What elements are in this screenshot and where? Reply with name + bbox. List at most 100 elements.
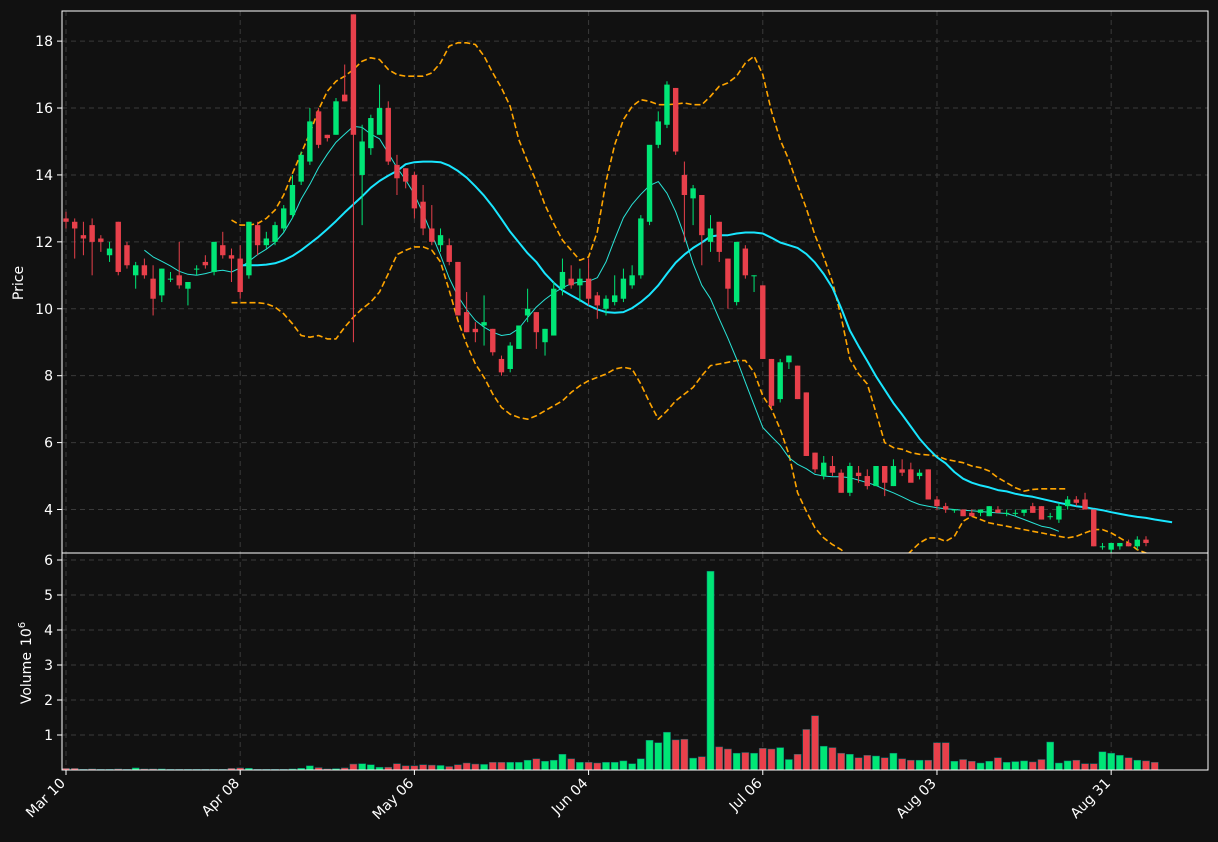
volume-bar bbox=[1037, 759, 1046, 771]
candle-body bbox=[516, 325, 522, 349]
candle-body bbox=[1021, 509, 1027, 513]
candle-body bbox=[307, 121, 313, 162]
volume-bar bbox=[994, 757, 1002, 771]
volume-tick-label: 1 bbox=[44, 728, 53, 744]
volume-bar bbox=[985, 761, 994, 771]
candle-body bbox=[524, 308, 531, 316]
candle-body bbox=[228, 255, 235, 259]
candle-body bbox=[1038, 506, 1045, 520]
candle-body bbox=[786, 355, 792, 363]
volume-bar bbox=[654, 742, 663, 771]
volume-bar bbox=[515, 762, 523, 771]
volume-bar bbox=[1081, 763, 1089, 771]
candle-body bbox=[202, 261, 209, 266]
candle-body bbox=[829, 466, 836, 473]
volume-bar bbox=[480, 764, 488, 771]
candle-body bbox=[934, 499, 940, 507]
volume-bar bbox=[767, 748, 776, 771]
candle-body bbox=[559, 271, 566, 289]
volume-tick-label: 4 bbox=[44, 623, 53, 639]
candle bbox=[733, 241, 740, 306]
candle-body bbox=[1047, 516, 1053, 518]
candle bbox=[124, 241, 130, 269]
candle bbox=[211, 241, 217, 276]
candle-body bbox=[942, 506, 949, 510]
volume-bar bbox=[1116, 755, 1124, 771]
price-tick-label: 10 bbox=[35, 302, 53, 318]
candle-body bbox=[376, 108, 383, 135]
volume-bar bbox=[828, 747, 837, 771]
volume-bar bbox=[576, 762, 584, 771]
volume-bar bbox=[497, 762, 506, 771]
candle-body bbox=[794, 365, 801, 400]
candle-body bbox=[1117, 542, 1123, 547]
volume-bar bbox=[1072, 759, 1081, 771]
candle-body bbox=[646, 144, 653, 222]
volume-axis-label: Volume106 bbox=[17, 622, 35, 704]
price-tick-label: 14 bbox=[35, 168, 53, 184]
volume-bar bbox=[619, 760, 628, 771]
candle-body bbox=[429, 228, 435, 242]
volume-bar bbox=[732, 752, 741, 771]
candle-body bbox=[89, 225, 95, 242]
volume-bar bbox=[349, 763, 358, 771]
candle-body bbox=[838, 472, 844, 493]
volume-bar bbox=[1063, 760, 1072, 771]
volume-bar bbox=[924, 759, 933, 771]
candle-body bbox=[1091, 509, 1097, 547]
candle-body bbox=[725, 258, 731, 289]
candle-body bbox=[690, 188, 696, 199]
volume-bar bbox=[558, 754, 567, 771]
volume-tick-label: 2 bbox=[44, 693, 53, 709]
candle-body bbox=[620, 278, 627, 299]
candle bbox=[333, 97, 339, 135]
candle-body bbox=[1056, 506, 1062, 520]
candle bbox=[490, 328, 496, 356]
volume-bar bbox=[889, 752, 898, 771]
candle-body bbox=[411, 174, 418, 209]
candle-body bbox=[315, 111, 322, 145]
candle-body bbox=[1143, 539, 1149, 543]
volume-tick-label: 3 bbox=[44, 658, 53, 674]
price-tick-label: 8 bbox=[44, 369, 53, 385]
candle-body bbox=[463, 312, 470, 333]
candle-body bbox=[507, 345, 513, 369]
candle-body bbox=[455, 261, 461, 316]
candle-body bbox=[899, 469, 905, 473]
candle-body bbox=[681, 174, 688, 196]
price-tick-label: 6 bbox=[44, 436, 53, 452]
candle-body bbox=[699, 195, 705, 236]
volume-bar bbox=[941, 742, 950, 771]
candle-body bbox=[98, 238, 104, 242]
volume-bar bbox=[880, 757, 889, 771]
candle-body bbox=[342, 94, 348, 102]
candle-body bbox=[585, 278, 592, 299]
volume-bar bbox=[541, 761, 549, 771]
candle-body bbox=[733, 241, 740, 303]
candle-body bbox=[72, 221, 78, 229]
volume-bar bbox=[1002, 762, 1011, 771]
candle-body bbox=[1064, 499, 1071, 507]
candle-body bbox=[254, 225, 261, 246]
candle-body bbox=[533, 312, 540, 333]
candle-body bbox=[420, 201, 426, 229]
volume-bar bbox=[454, 764, 462, 771]
candle bbox=[768, 358, 775, 410]
candle bbox=[455, 261, 461, 316]
volume-bar bbox=[488, 762, 497, 771]
volume-bar bbox=[715, 746, 724, 771]
candle-body bbox=[289, 184, 296, 216]
volume-bar bbox=[393, 763, 401, 771]
candle-body bbox=[150, 278, 156, 299]
volume-bar bbox=[358, 763, 366, 771]
volume-bar bbox=[915, 759, 924, 771]
volume-bar bbox=[959, 759, 967, 771]
volume-bar bbox=[410, 765, 419, 771]
candle-body bbox=[394, 164, 400, 179]
candle-body bbox=[1082, 499, 1088, 510]
candle-body bbox=[577, 278, 583, 286]
volume-bar bbox=[462, 762, 471, 771]
volume-bar bbox=[549, 759, 558, 771]
candle-body bbox=[812, 452, 818, 470]
candle bbox=[777, 358, 783, 403]
